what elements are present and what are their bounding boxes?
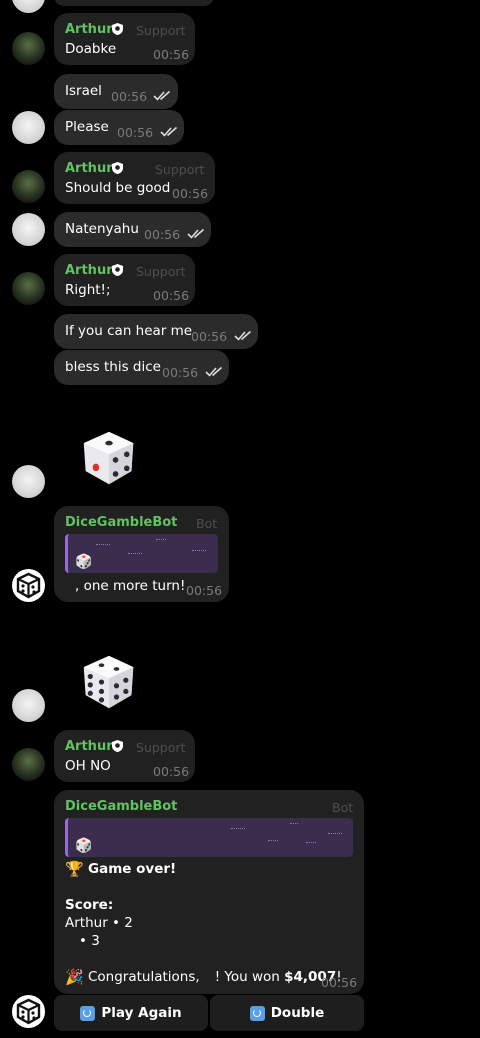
- sender-tag: Bot: [196, 516, 218, 531]
- message-text: , one more turn!: [75, 578, 186, 594]
- double-check-icon: [187, 228, 205, 239]
- message-bubble[interactable]: Arthur Support Should be good 00:56: [54, 152, 215, 204]
- party-icon: 🎉: [65, 968, 84, 986]
- dice-emoji[interactable]: [80, 654, 138, 712]
- sender-tag: Support: [136, 23, 186, 38]
- sender-name[interactable]: DiceGambleBot: [65, 799, 177, 814]
- sender-name[interactable]: Arthur: [65, 739, 113, 754]
- score-line: • 3: [79, 933, 100, 949]
- sender-tag: Support: [155, 162, 205, 177]
- dice-emoji[interactable]: [80, 430, 138, 488]
- message-time: 00:56: [144, 227, 181, 242]
- message-text: Natenyahu: [65, 221, 139, 237]
- message-time: 00:56: [191, 329, 228, 344]
- message-time: 00:56: [153, 47, 190, 62]
- congrats-text: Congratulations,! You won $4,007!: [88, 969, 342, 985]
- double-check-icon: [205, 366, 223, 377]
- reply-quote[interactable]: 🎲: [65, 818, 353, 857]
- partial-bubble: [54, 0, 214, 6]
- message-bubble[interactable]: Arthur Support Doabke 00:56: [54, 13, 195, 65]
- message-bubble[interactable]: If you can hear me 00:56: [54, 314, 258, 349]
- double-check-icon: [160, 126, 178, 137]
- message-text: Please: [65, 119, 109, 135]
- sender-name[interactable]: Arthur: [65, 22, 113, 37]
- avatar-arthur[interactable]: [12, 748, 45, 781]
- repeat-icon: [80, 1005, 96, 1021]
- avatar-arthur[interactable]: [12, 170, 45, 203]
- message-time: 00:56: [153, 764, 190, 779]
- shield-icon: [112, 264, 123, 276]
- sender-name[interactable]: Arthur: [65, 161, 113, 176]
- message-bubble[interactable]: Arthur Support Right!; 00:56: [54, 254, 195, 306]
- dice-emoji: 🎲: [75, 838, 93, 854]
- double-check-icon: [153, 90, 171, 101]
- message-time: 00:56: [321, 975, 358, 990]
- message-text: bless this dice: [65, 359, 161, 375]
- repeat-icon: [249, 1005, 265, 1021]
- avatar-user[interactable]: [12, 111, 45, 144]
- message-time: 00:56: [117, 125, 154, 140]
- message-bubble[interactable]: Please 00:56: [54, 110, 184, 145]
- sender-tag: Bot: [332, 800, 354, 815]
- dice-logo-icon: [16, 998, 41, 1025]
- avatar-arthur[interactable]: [12, 272, 45, 305]
- dice-logo-icon: [16, 572, 41, 599]
- avatar-bot[interactable]: [12, 995, 45, 1028]
- message-bubble[interactable]: bless this dice 00:56: [54, 350, 229, 385]
- game-over-text: Game over!: [88, 861, 177, 877]
- reply-quote[interactable]: 🎲: [65, 534, 218, 573]
- score-line: Arthur • 2: [65, 915, 133, 931]
- message-text: Right!;: [65, 282, 111, 298]
- message-bubble[interactable]: DiceGambleBot Bot 🎲 , one more turn! 00:…: [54, 506, 229, 602]
- sender-name[interactable]: Arthur: [65, 263, 113, 278]
- dice-emoji: 🎲: [75, 554, 93, 570]
- sender-tag: Support: [136, 740, 186, 755]
- double-check-icon: [234, 330, 252, 341]
- sender-name[interactable]: DiceGambleBot: [65, 515, 177, 530]
- message-text: Should be good: [65, 180, 171, 196]
- message-text: If you can hear me: [65, 323, 193, 339]
- trophy-icon: 🏆: [65, 860, 84, 878]
- message-text: Israel: [65, 83, 102, 99]
- avatar-bot[interactable]: [12, 569, 45, 602]
- shield-icon: [112, 23, 123, 35]
- message-bubble[interactable]: Israel 00:56: [54, 74, 178, 109]
- message-bubble[interactable]: DiceGambleBot Bot 🎲 🏆 Game over! Score: …: [54, 790, 364, 994]
- message-text: OH NO: [65, 758, 111, 774]
- avatar-user[interactable]: [12, 689, 45, 722]
- message-time: 00:56: [162, 365, 199, 380]
- avatar-arthur[interactable]: [12, 32, 45, 65]
- avatar-user[interactable]: [12, 213, 45, 246]
- message-time: 00:56: [186, 583, 223, 598]
- shield-icon: [112, 162, 123, 174]
- sender-tag: Support: [136, 264, 186, 279]
- double-button[interactable]: Double: [210, 995, 364, 1031]
- shield-icon: [112, 740, 123, 752]
- score-label: Score:: [65, 897, 114, 913]
- message-time: 00:56: [111, 89, 148, 104]
- avatar[interactable]: [12, 0, 45, 13]
- play-again-button[interactable]: Play Again: [54, 995, 208, 1031]
- message-text: Doabke: [65, 41, 117, 57]
- message-bubble[interactable]: Arthur Support OH NO 00:56: [54, 730, 195, 782]
- message-bubble[interactable]: Natenyahu 00:56: [54, 212, 211, 247]
- message-time: 00:56: [153, 288, 190, 303]
- avatar-user[interactable]: [12, 465, 45, 498]
- message-time: 00:56: [172, 186, 209, 201]
